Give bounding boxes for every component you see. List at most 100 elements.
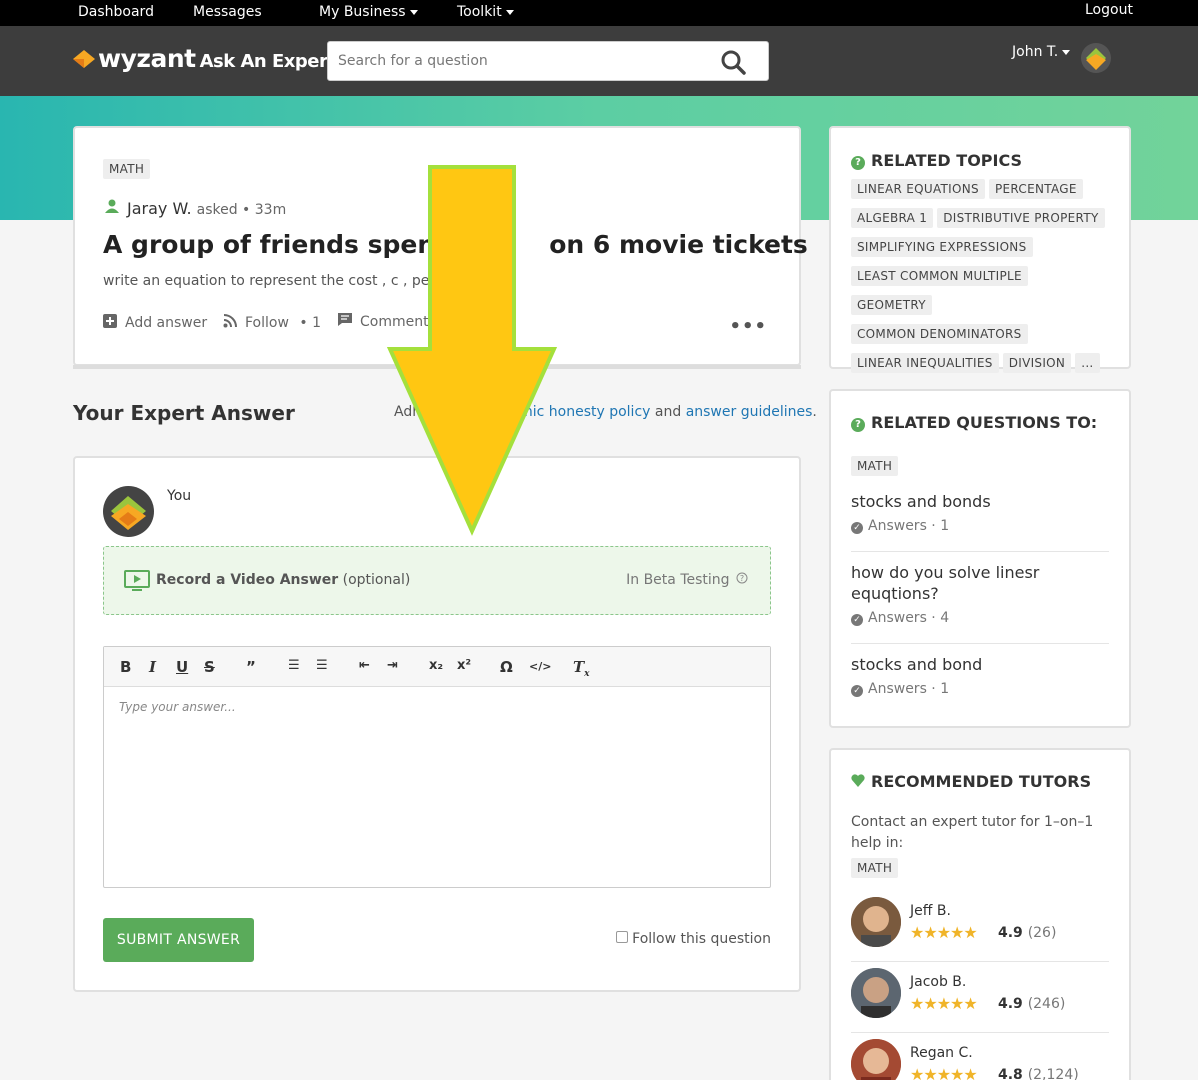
tutor-photo [851,1039,901,1080]
answer-heading: Your Expert Answer [73,401,295,425]
help-circle-icon[interactable]: ? [736,572,748,584]
topic-tag[interactable]: DIVISION [1002,353,1072,373]
divider [851,551,1109,552]
blockquote-button[interactable]: ” [246,658,256,676]
tutor-name[interactable]: Jeff B. [910,903,951,919]
user-avatar[interactable] [1081,43,1111,73]
site-header: wyzant Ask An Expert Search for a questio… [0,26,1198,96]
plus-square-icon [103,314,117,328]
check-circle-icon: ✓ [851,685,863,697]
recommended-tutors-heading: RECOMMENDED TUTORS [851,772,1091,791]
avatar-gem-icon [1086,48,1106,70]
caret-down-icon [409,9,418,15]
search-icon[interactable] [720,49,746,75]
video-play-icon [124,570,150,591]
add-answer-button[interactable]: Add answer [103,314,207,331]
tutor-photo [851,897,901,947]
check-circle-icon: ✓ [851,522,863,534]
tutor-photo [851,968,901,1018]
answer-guidelines-link[interactable]: answer guidelines [686,404,813,420]
topic-tag[interactable]: SIMPLIFYING EXPRESSIONS [851,237,1033,257]
editor-placeholder: Type your answer... [119,700,236,714]
answer-editor[interactable]: B I U S ” ☰ ☰ ⇤ ⇥ x₂ x² Ω </> Tx Type yo… [103,646,771,888]
strikethrough-button[interactable]: S [204,658,215,676]
list-item[interactable]: how do you solve linesr equqtions? ✓ Answ… [851,562,1109,626]
italic-button[interactable]: I [149,658,156,676]
bold-button[interactable]: B [120,658,131,676]
topic-tag[interactable]: ALGEBRA 1 [851,208,934,228]
subject-tag[interactable]: MATH [851,456,899,476]
topic-tag[interactable]: DISTRIBUTIVE PROPERTY [937,208,1105,228]
nav-my-business[interactable]: My Business [319,4,418,20]
you-label: You [167,488,192,504]
more-topics-tag[interactable]: ... [1075,353,1100,373]
tutor-item[interactable]: Regan C. ★★★★★ 4.8 (2,124) [851,1039,1109,1080]
nav-messages[interactable]: Messages [193,4,262,20]
topic-tag-list: LINEAR EQUATIONS PERCENTAGE ALGEBRA 1 DIST… [851,178,1111,381]
indent-button[interactable]: ⇥ [387,658,398,673]
tutor-name[interactable]: Jacob B. [910,974,966,990]
topic-tag[interactable]: LEAST COMMON MULTIPLE [851,266,1028,286]
subscript-button[interactable]: x₂ [429,658,443,673]
recommended-tutors-card: RECOMMENDED TUTORS Contact an expert tut… [829,748,1131,1080]
topic-tag[interactable]: PERCENTAGE [988,179,1083,199]
numbered-list-button[interactable]: ☰ [288,658,300,673]
more-options-icon[interactable]: ••• [729,316,767,337]
star-rating-icon: ★★★★★ [910,1065,978,1080]
checkbox[interactable] [616,931,629,943]
tutor-item[interactable]: Jeff B. ★★★★★ 4.9 (26) [851,897,1109,957]
superscript-button[interactable]: x² [457,658,471,673]
caret-down-icon [505,9,514,15]
list-item[interactable]: stocks and bond ✓ Answers · 1 [851,654,1109,697]
topic-tag[interactable]: LINEAR INEQUALITIES [851,353,999,373]
editor-toolbar: B I U S ” ☰ ☰ ⇤ ⇥ x₂ x² Ω </> Tx [104,647,770,687]
tutor-avatar[interactable] [851,968,901,1018]
rss-icon [223,314,237,328]
tutor-item[interactable]: Jacob B. ★★★★★ 4.9 (246) [851,968,1109,1028]
question-circle-icon: ? [851,156,865,170]
search-placeholder: Search for a question [338,53,488,69]
comment-icon [338,313,352,326]
nav-logout[interactable]: Logout [1085,2,1133,18]
tutor-avatar[interactable] [851,897,901,947]
related-topics-heading: ? RELATED TOPICS [851,151,1022,170]
avatar-gem-icon [111,496,146,530]
list-item[interactable]: stocks and bonds ✓ Answers · 1 [851,491,1109,534]
down-arrow-annotation-icon [386,165,558,536]
top-nav: Dashboard Messages My Business Toolkit L… [0,0,1198,26]
underline-button[interactable]: U [176,658,188,676]
topic-tag[interactable]: COMMON DENOMINATORS [851,324,1028,344]
heart-icon [851,774,865,787]
special-char-button[interactable]: Ω [500,658,513,676]
clear-format-button[interactable]: Tx [573,658,590,679]
record-video-answer[interactable]: Record a Video Answer (optional) In Beta… [103,546,771,615]
follow-button[interactable]: Follow • 1 [223,314,321,331]
caret-down-icon [1062,49,1071,55]
subject-tag[interactable]: MATH [851,858,899,878]
user-menu[interactable]: John T. [1012,44,1071,60]
avatar [103,486,154,537]
related-questions-heading: ? RELATED QUESTIONS TO: [851,413,1097,432]
topic-tag[interactable]: LINEAR EQUATIONS [851,179,985,199]
outdent-button[interactable]: ⇤ [359,658,370,673]
bullet-list-button[interactable]: ☰ [316,658,328,673]
subject-tag[interactable]: MATH [103,159,151,179]
topic-tag[interactable]: GEOMETRY [851,295,932,315]
tutor-name[interactable]: Regan C. [910,1045,973,1061]
related-topics-card: ? RELATED TOPICS LINEAR EQUATIONS PERCENTA… [829,126,1131,373]
tutor-avatar[interactable] [851,1039,901,1080]
recommended-text: Contact an expert tutor for 1–on–1 help … [851,814,1094,851]
person-icon [105,199,119,213]
tutor-rating: 4.9 (26) [998,925,1057,941]
code-button[interactable]: </> [529,660,551,673]
nav-dashboard[interactable]: Dashboard [78,4,154,20]
divider [851,961,1109,962]
logo-gem-icon [73,50,95,68]
search-input[interactable]: Search for a question [327,41,769,81]
nav-toolkit[interactable]: Toolkit [457,4,514,20]
related-questions-card: ? RELATED QUESTIONS TO: MATH stocks and b… [829,389,1131,728]
follow-question-checkbox[interactable]: Follow this question [616,931,771,947]
wyzant-logo[interactable]: wyzant Ask An Expert [73,44,336,73]
submit-answer-button[interactable]: SUBMIT ANSWER [103,918,254,962]
star-rating-icon: ★★★★★ [910,923,978,942]
